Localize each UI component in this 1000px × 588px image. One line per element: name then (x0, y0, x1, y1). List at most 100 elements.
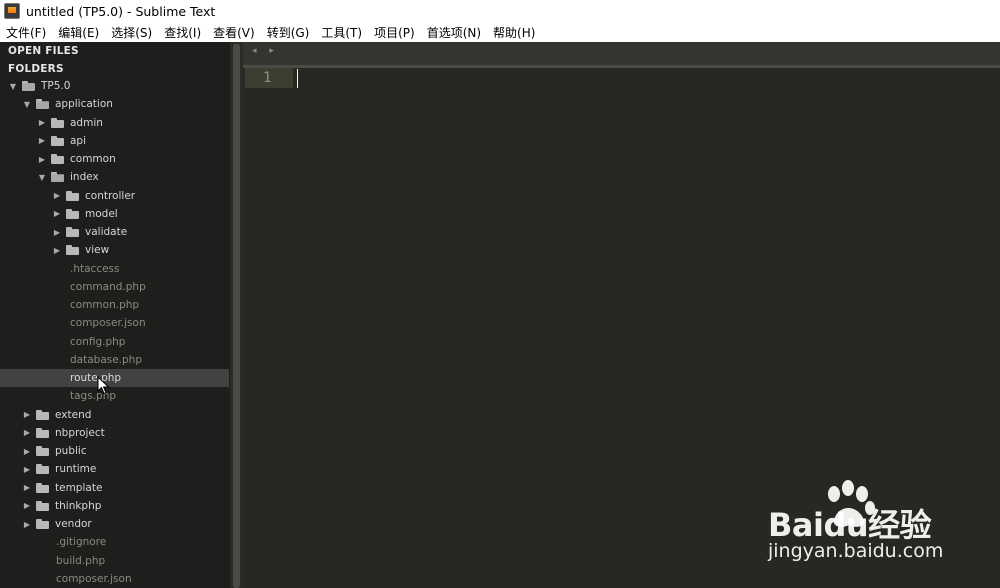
menu-project[interactable]: 项目(P) (374, 24, 415, 41)
disclosure-expanded-icon[interactable]: ▼ (37, 173, 47, 182)
baidu-url-text: jingyan.baidu.com (768, 540, 944, 562)
folder-row[interactable]: ▼ application (0, 95, 229, 113)
disclosure-collapsed-icon[interactable]: ▶ (37, 155, 47, 164)
folder-row[interactable]: ▶ admin (0, 114, 229, 132)
folder-name: model (85, 207, 118, 220)
folder-icon (36, 427, 49, 438)
file-row[interactable]: database.php (0, 351, 229, 369)
folder-row[interactable]: ▶ common (0, 150, 229, 168)
folder-name: validate (85, 226, 128, 238)
folder-icon (51, 154, 64, 164)
menu-edit[interactable]: 编辑(E) (58, 24, 99, 41)
menu-preferences[interactable]: 首选项(N) (427, 24, 481, 41)
file-name: .htaccess (70, 262, 120, 275)
menu-file[interactable]: 文件(F) (6, 24, 46, 41)
folder-name: extend (55, 408, 92, 421)
disclosure-collapsed-icon[interactable]: ▶ (22, 520, 32, 529)
file-row[interactable]: build.php (0, 552, 229, 570)
folder-name: application (55, 98, 113, 111)
folder-row[interactable]: ▶ nbproject (0, 424, 229, 442)
menu-tools[interactable]: 工具(T) (321, 24, 362, 41)
disclosure-collapsed-icon[interactable]: ▶ (52, 209, 62, 218)
folder-name: view (85, 244, 110, 257)
folder-row[interactable]: ▶ api (0, 132, 229, 150)
tab-scroll-arrows-icon[interactable]: ◂ ▸ (252, 46, 279, 56)
file-name: build.php (56, 554, 106, 567)
disclosure-collapsed-icon[interactable]: ▶ (52, 228, 62, 237)
file-row[interactable]: tags.php (0, 387, 229, 405)
file-name: route.php (70, 372, 122, 384)
menu-find[interactable]: 查找(I) (164, 24, 201, 41)
folder-icon (66, 245, 79, 256)
folder-icon (36, 446, 49, 456)
title-bar: untitled (TP5.0) - Sublime Text (0, 0, 1000, 22)
open-files-header[interactable]: OPEN FILES (8, 45, 79, 57)
disclosure-collapsed-icon[interactable]: ▶ (22, 501, 32, 510)
folder-icon (66, 190, 79, 201)
folder-icon (36, 519, 49, 529)
folder-row[interactable]: ▼ TP5.0 (0, 77, 229, 95)
mouse-pointer-icon (97, 376, 110, 395)
disclosure-collapsed-icon[interactable]: ▶ (37, 136, 47, 145)
file-name: config.php (70, 335, 126, 348)
folder-name: TP5.0 (41, 80, 71, 92)
folder-open-icon (36, 99, 49, 109)
sublime-app-icon[interactable] (4, 3, 20, 19)
folder-row[interactable]: ▶ runtime (0, 460, 229, 478)
file-row[interactable]: command.php (0, 278, 229, 296)
folders-header[interactable]: FOLDERS (8, 63, 64, 75)
folder-open-icon (51, 172, 64, 182)
disclosure-collapsed-icon[interactable]: ▶ (22, 447, 32, 456)
disclosure-expanded-icon[interactable]: ▼ (22, 100, 32, 109)
file-name: command.php (70, 280, 146, 293)
folder-row[interactable]: ▶ model (0, 205, 229, 223)
folder-row[interactable]: ▼ index (0, 168, 229, 186)
menu-selection[interactable]: 选择(S) (111, 24, 152, 41)
text-cursor (297, 69, 298, 88)
line-number: 1 (263, 70, 272, 86)
file-row[interactable]: .gitignore (0, 533, 229, 551)
folder-icon (66, 227, 79, 237)
folder-icon (51, 117, 64, 128)
folder-row[interactable]: ▶ controller (0, 187, 229, 205)
disclosure-collapsed-icon[interactable]: ▶ (22, 410, 32, 419)
file-row[interactable]: .htaccess (0, 260, 229, 278)
folder-name: api (70, 134, 87, 147)
tab-strip[interactable] (243, 42, 1000, 68)
file-row[interactable]: config.php (0, 333, 229, 351)
folder-icon (36, 482, 49, 493)
disclosure-collapsed-icon[interactable]: ▶ (37, 118, 47, 127)
folder-row[interactable]: ▶ extend (0, 406, 229, 424)
menu-bar: 文件(F) 编辑(E) 选择(S) 查找(I) 查看(V) 转到(G) 工具(T… (0, 22, 1000, 43)
file-name: .gitignore (56, 536, 107, 549)
file-name: composer.json (56, 572, 132, 585)
disclosure-collapsed-icon[interactable]: ▶ (52, 246, 62, 255)
folder-row[interactable]: ▶ public (0, 442, 229, 460)
file-row[interactable]: common.php (0, 296, 229, 314)
file-name: common.php (70, 299, 140, 311)
menu-help[interactable]: 帮助(H) (493, 24, 535, 41)
folder-name: controller (85, 189, 136, 202)
file-name: database.php (70, 353, 143, 366)
sidebar-scrollbar-thumb[interactable] (233, 44, 240, 588)
disclosure-collapsed-icon[interactable]: ▶ (22, 428, 32, 437)
folder-row[interactable]: ▶ thinkphp (0, 497, 229, 515)
folder-row[interactable]: ▶ view (0, 241, 229, 259)
disclosure-expanded-icon[interactable]: ▼ (8, 82, 18, 91)
disclosure-collapsed-icon[interactable]: ▶ (22, 465, 32, 474)
folder-row[interactable]: ▶ template (0, 479, 229, 497)
disclosure-collapsed-icon[interactable]: ▶ (52, 191, 62, 200)
folder-row[interactable]: ▶ vendor (0, 515, 229, 533)
folder-name: index (70, 171, 99, 184)
menu-view[interactable]: 查看(V) (213, 24, 255, 41)
folder-icon (66, 208, 79, 219)
folder-name: vendor (55, 518, 92, 530)
file-row[interactable]: composer.json (0, 314, 229, 332)
file-row[interactable]: route.php (0, 369, 229, 387)
folder-row[interactable]: ▶ validate (0, 223, 229, 241)
folder-name: common (70, 153, 116, 165)
menu-goto[interactable]: 转到(G) (267, 24, 310, 41)
folder-icon (36, 500, 49, 511)
file-row[interactable]: composer.json (0, 570, 229, 588)
disclosure-collapsed-icon[interactable]: ▶ (22, 483, 32, 492)
